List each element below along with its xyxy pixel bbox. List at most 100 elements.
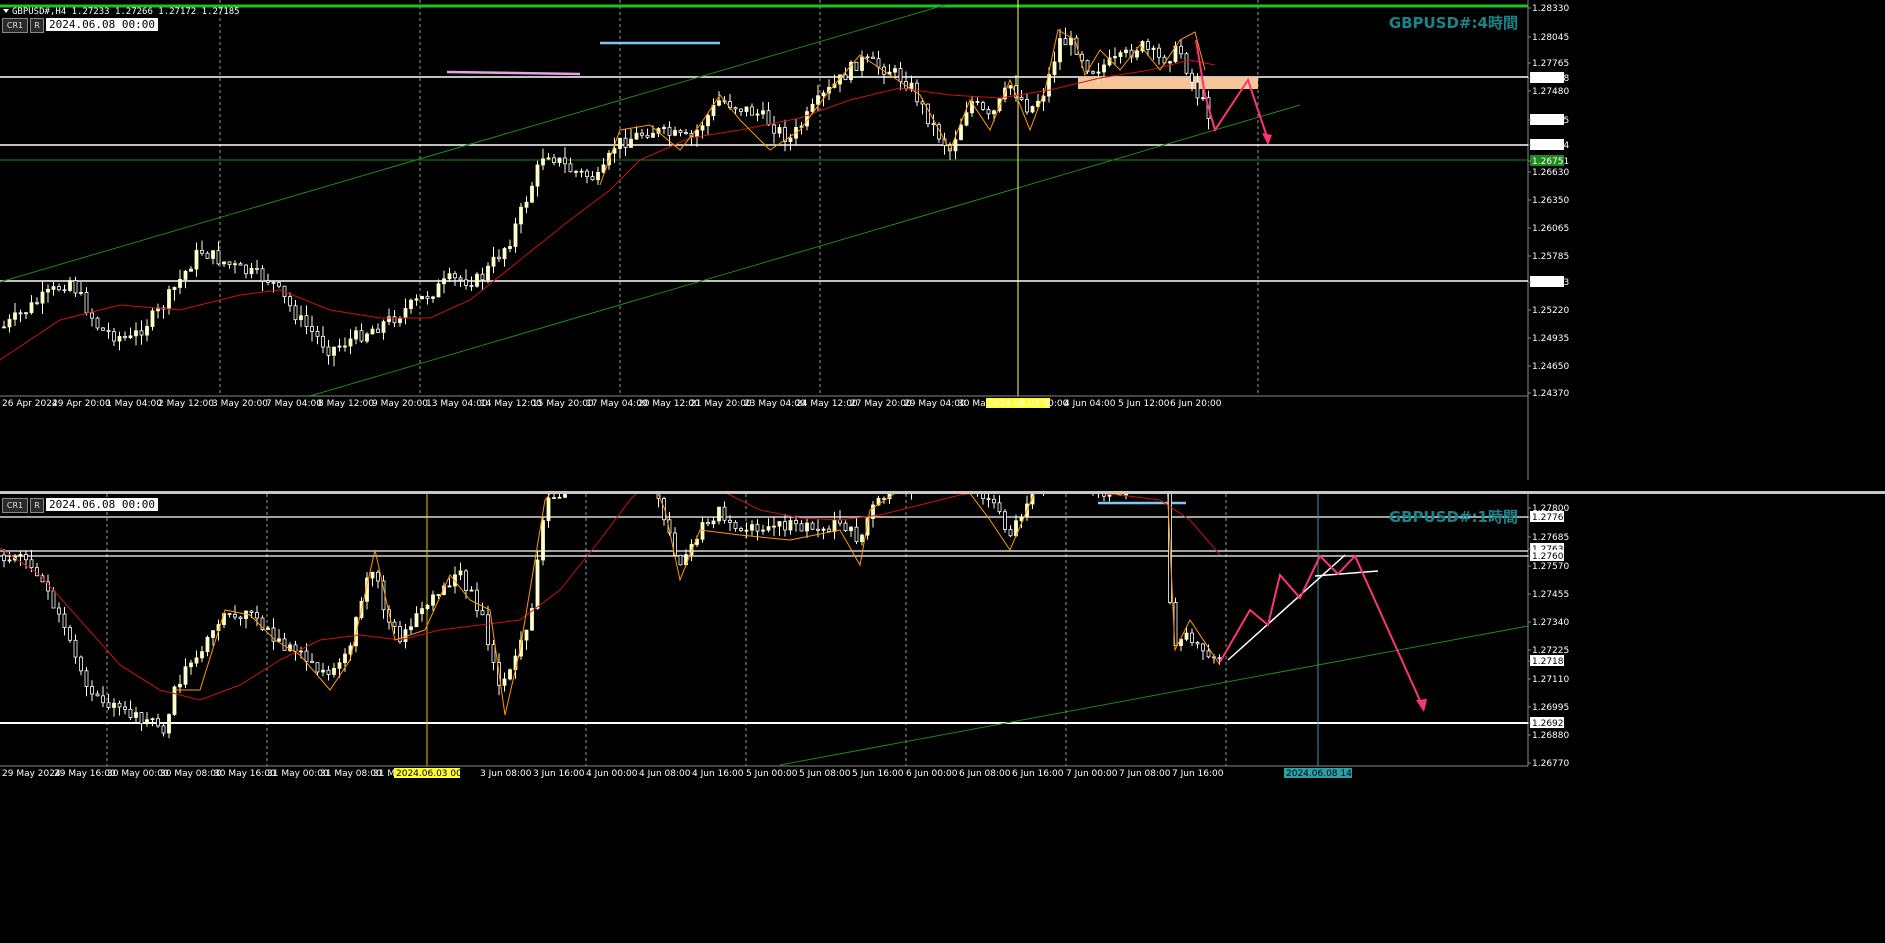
time-label: 24 May 12:00 xyxy=(796,399,858,409)
candle-body xyxy=(794,520,798,525)
candle-body xyxy=(172,287,177,290)
time-highlight-label: 2024.06.03 00:00 xyxy=(396,769,477,779)
candle-body xyxy=(931,123,936,126)
candle-body xyxy=(953,139,958,152)
r-button[interactable]: R xyxy=(30,18,44,33)
time-label: 29 Apr 20:00 xyxy=(52,399,111,409)
candle-body xyxy=(843,522,848,532)
candle-body xyxy=(260,268,265,282)
candle-body xyxy=(876,58,881,68)
price-label: 1.28330 xyxy=(1532,4,1569,14)
candle-body xyxy=(810,103,815,113)
chart-background xyxy=(0,494,1885,943)
candle-body xyxy=(766,110,771,126)
candle-body xyxy=(68,627,72,641)
candle-body xyxy=(1190,632,1194,643)
candle-body xyxy=(959,124,963,141)
candle-body xyxy=(40,291,45,304)
h1-chart-pane[interactable]: GBPUSD#:1時間1.281401.280301.279261.278001… xyxy=(0,494,1885,943)
candle-body xyxy=(112,702,116,708)
candle-body xyxy=(1151,47,1156,50)
candle-body xyxy=(992,498,996,504)
candle-body xyxy=(7,318,12,328)
h1-chart-canvas[interactable]: GBPUSD#:1時間1.281401.280301.279261.278001… xyxy=(0,494,1885,943)
candle-body xyxy=(805,522,809,532)
candle-body xyxy=(728,519,732,523)
candle-body xyxy=(321,669,325,673)
candle-body xyxy=(183,270,188,280)
candle-body xyxy=(1091,71,1095,74)
candle-body xyxy=(1025,98,1029,113)
candle-body xyxy=(1052,61,1057,76)
price-label: 1.27685 xyxy=(1532,533,1569,543)
candle-body xyxy=(189,268,193,272)
candle-body xyxy=(403,308,408,319)
candle-body xyxy=(854,61,859,71)
candle-body xyxy=(139,330,144,336)
candle-body xyxy=(227,261,232,265)
candle-body xyxy=(255,612,259,619)
candle-body xyxy=(370,571,375,579)
candle-body xyxy=(502,248,507,260)
candle-body xyxy=(1113,56,1117,59)
price-label: 1.27608 xyxy=(1532,74,1569,84)
candle-body xyxy=(700,125,705,131)
candle-body xyxy=(491,644,496,663)
candle-body xyxy=(475,273,479,287)
time-label: 29 May 2024 xyxy=(2,769,61,779)
candle-body xyxy=(640,132,644,136)
candle-body xyxy=(469,285,474,287)
candle-body xyxy=(706,115,710,127)
candle-body xyxy=(425,604,430,609)
h4-chart-pane[interactable]: GBPUSD#,H4 1.27233 1.27266 1.27172 1.271… xyxy=(0,0,1885,492)
candle-body xyxy=(816,528,820,531)
candle-body xyxy=(1168,61,1172,64)
candle-body xyxy=(777,521,782,527)
cursor-date-box: 2024.06.08 00:00 xyxy=(46,498,158,511)
time-label: 29 May 04:00 xyxy=(904,399,966,409)
time-label: 7 May 04:00 xyxy=(266,399,322,409)
price-label: 1.26924 xyxy=(1532,141,1569,151)
h4-chart-canvas[interactable]: GBPUSD#,H4 1.27233 1.27266 1.27172 1.271… xyxy=(0,0,1885,492)
candle-body xyxy=(975,101,980,103)
candle-body xyxy=(1195,81,1200,99)
candle-body xyxy=(57,607,61,615)
candle-body xyxy=(788,137,793,142)
candle-body xyxy=(557,496,562,499)
candle-body xyxy=(458,570,463,576)
candle-body xyxy=(51,286,56,290)
candle-body xyxy=(244,264,248,275)
candle-body xyxy=(299,650,303,653)
r-button[interactable]: R xyxy=(30,498,44,513)
candle-body xyxy=(24,312,28,315)
cr1-button[interactable]: CR1 xyxy=(2,18,28,33)
candle-body xyxy=(1201,643,1205,652)
candle-body xyxy=(491,256,496,267)
candle-body xyxy=(860,534,864,543)
candle-body xyxy=(35,302,39,305)
candle-body xyxy=(2,326,6,329)
time-label: 1 May 04:00 xyxy=(106,399,162,409)
price-label: 1.28045 xyxy=(1532,33,1569,43)
candle-body xyxy=(222,261,226,265)
time-label: 4 Jun 16:00 xyxy=(692,769,744,779)
cr1-button[interactable]: CR1 xyxy=(2,498,28,513)
candle-body xyxy=(717,506,721,522)
candle-body xyxy=(458,277,463,281)
price-label: 1.24650 xyxy=(1532,362,1569,372)
candle-body xyxy=(123,706,127,710)
candle-body xyxy=(29,559,34,569)
candle-body xyxy=(695,129,699,138)
candle-body xyxy=(277,282,281,287)
candle-body xyxy=(359,330,364,342)
candle-body xyxy=(348,338,353,347)
candle-body xyxy=(788,520,793,531)
candle-body xyxy=(205,637,210,653)
candle-body xyxy=(1124,494,1128,496)
candle-body xyxy=(563,494,567,498)
time-label: 3 Jun 16:00 xyxy=(533,769,585,779)
price-label: 1.27480 xyxy=(1532,87,1569,97)
future-time-label: 2024.06.08 14:00 xyxy=(1286,769,1367,779)
candle-body xyxy=(381,321,386,333)
price-label: 1.27185 xyxy=(1532,657,1569,667)
